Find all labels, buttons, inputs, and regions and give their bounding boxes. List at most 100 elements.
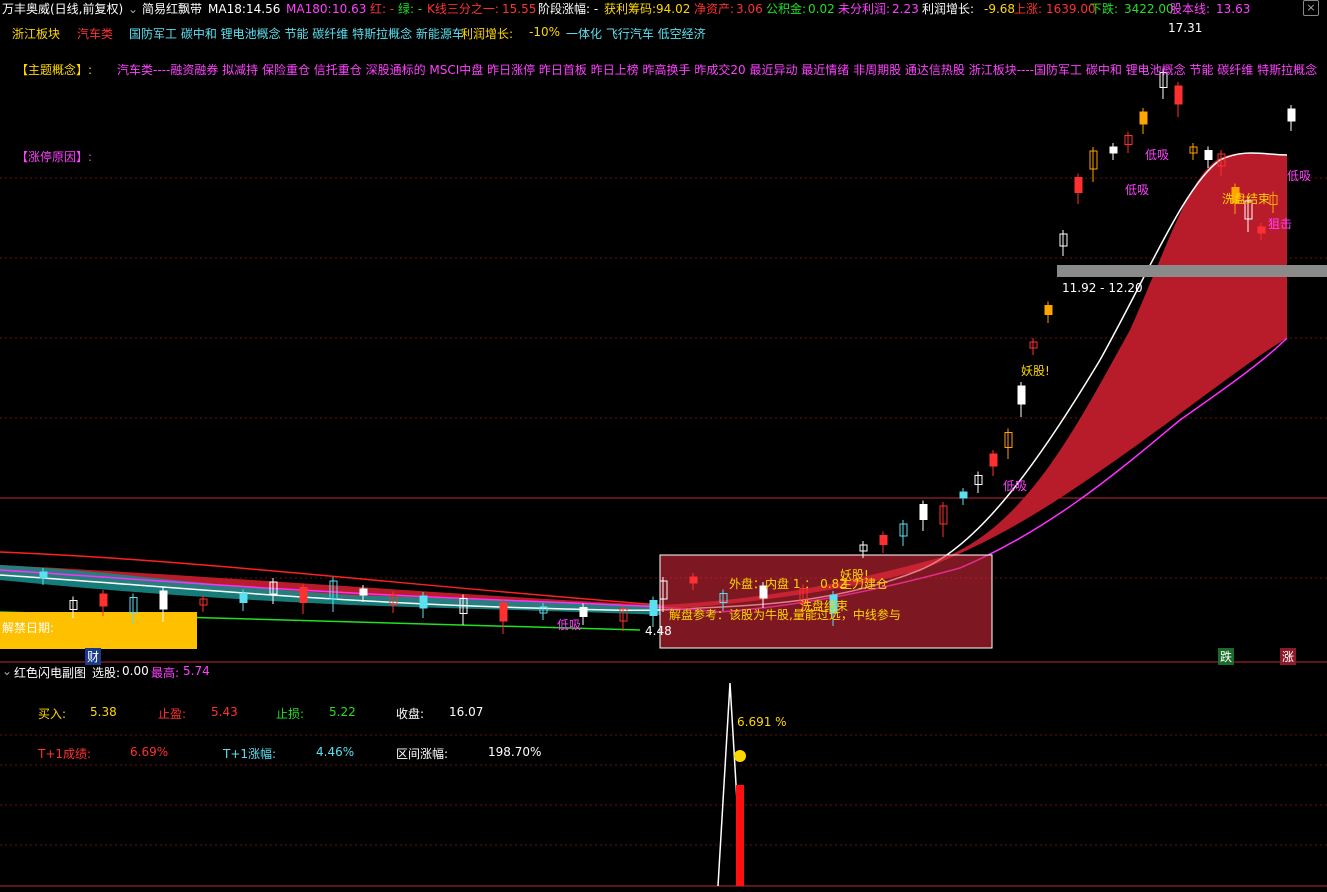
k-third-label: K线三分之一: [427,2,499,16]
buy-value: 5.38 [90,705,117,719]
equity-label: 股本线: [1170,2,1211,16]
high-price-label: 17.31 [1168,21,1203,35]
candle [419,595,428,609]
limit-reason-label: 【涨停原因】: [16,150,93,164]
tp-value: 5.43 [211,705,238,719]
candle [579,607,588,617]
range-label: 区间涨幅: [396,747,449,761]
profit-chip-label: 获利筹码: [604,2,657,16]
di-xi-label-1: 低吸 [1145,148,1170,162]
candle [1287,108,1296,122]
equity-value: 13.63 [1216,2,1251,16]
red-label: 红: - [370,2,395,16]
concepts2-tag: 一体化 飞行汽车 低空经济 [566,27,706,41]
region-tag[interactable]: 浙江板块 [12,25,60,42]
spike-red-bar [736,785,744,886]
peak-label: 6.691 % [737,715,787,729]
di-xi-label-3: 低吸 [1287,169,1312,183]
t1-rise-value: 4.46% [316,745,355,759]
ma18-value: 14.56 [246,2,281,16]
candle [359,588,368,596]
di-xi-label-4: 低吸 [1003,479,1028,493]
profit-growth-value: -9.68 [984,2,1016,16]
buy-label: 买入: [38,707,67,721]
sub-chevron-icon[interactable]: ⌄ [2,664,12,678]
undist-value: 2.23 [892,2,919,16]
candles-group [39,68,1296,634]
yao-gu-label: 妖股! [1021,364,1050,378]
candle [879,535,888,545]
profit-growth-tag: 利润增长: [461,27,514,41]
sl-label: 止损: [276,707,305,721]
concepts-tag: 国防军工 碳中和 锂电池概念 节能 碳纤维 特斯拉概念 新能源车 [129,27,464,41]
sector-tag[interactable]: 汽车类 [77,25,113,42]
unlock-date-label: 解禁日期: [2,621,55,635]
candle [1174,85,1183,105]
di-xi-label-2: 低吸 [1125,183,1150,197]
select-label: 选股: [92,666,121,680]
net-asset-label: 净资产: [694,2,735,16]
zhang-tag: 涨 [1280,648,1297,665]
profit-growth-tag-value: -10% [529,25,561,39]
undist-label: 未分利润: [838,2,891,16]
theme-label: 【主题概念】: [16,63,93,77]
candle [989,453,998,467]
candle [1139,111,1148,125]
app-title: 万丰奥威(日线,前复权) [2,2,124,16]
candle [959,491,968,499]
ma-white-line [0,152,1288,611]
ma180-value: 10.63 [332,2,367,16]
smiley-icon [734,750,746,762]
candle [1257,226,1266,234]
candle [649,600,658,616]
shakeout-end-label: 洗盘结束 [1222,192,1271,206]
chevron-down-icon[interactable]: ⌄ [128,0,138,18]
up-value: 1639.00 [1046,2,1096,16]
di-xi-label-5: 低吸 [557,618,582,632]
stage-label: 阶段涨幅: - [538,2,599,16]
die-tag: 跌 [1218,648,1235,665]
ma18-label: MA18: [208,2,246,16]
grid-lines [0,177,1327,846]
tp-label: 止盈: [158,707,187,721]
net-asset-value: 3.06 [736,2,763,16]
candle [689,576,698,584]
low-price-label: 4.48 [645,624,672,638]
reserve-label: 公积金: [766,2,807,16]
candlestick-chart[interactable] [0,0,1327,892]
range-value: 198.70% [488,745,542,759]
candle [1074,177,1083,193]
max-value: 5.74 [183,664,210,678]
close-label: 收盘: [396,707,425,721]
down-label: 下跌: [1090,2,1119,16]
max-label: 最高: [151,666,180,680]
red-ribbon [0,152,1287,611]
candle [1017,385,1026,405]
reserve-value: 0.02 [808,2,835,16]
solution-ref-label: 解盘参考：该股为牛股,量能过远，中线参与 [669,608,901,622]
price-band-label: 11.92 - 12.20 [1062,281,1143,295]
candle [1109,146,1118,154]
select-value: 0.00 [122,664,149,678]
outer-inner-label: 外盘：内盘 1 ： 0.82 [729,577,847,591]
cai-tag: 财 [85,648,102,665]
ma180-label: MA180: [286,2,332,16]
indicator-name[interactable]: 简易红飘带 [142,0,202,18]
up-label: 上涨: [1014,2,1043,16]
candle [159,590,168,610]
candle [239,593,248,603]
candle [1204,150,1213,160]
candle [99,593,108,607]
close-value: 16.07 [449,705,484,719]
price-band-bar [1057,265,1327,277]
close-icon[interactable]: × [1303,0,1319,16]
t1-score-value: 6.69% [130,745,169,759]
candle [1044,305,1053,315]
profit-growth-label: 利润增长: [922,2,975,16]
theme-text: 汽车类----融资融券 拟减持 保险重仓 信托重仓 深股通标的 MSCI中盘 昨… [117,63,1318,77]
profit-chip-value: 94.02 [656,2,691,16]
sub-title[interactable]: 红色闪电副图 [14,664,86,681]
sl-value: 5.22 [329,705,356,719]
k-third-value: 15.55 [502,2,537,16]
t1-score-label: T+1成绩: [38,747,92,761]
